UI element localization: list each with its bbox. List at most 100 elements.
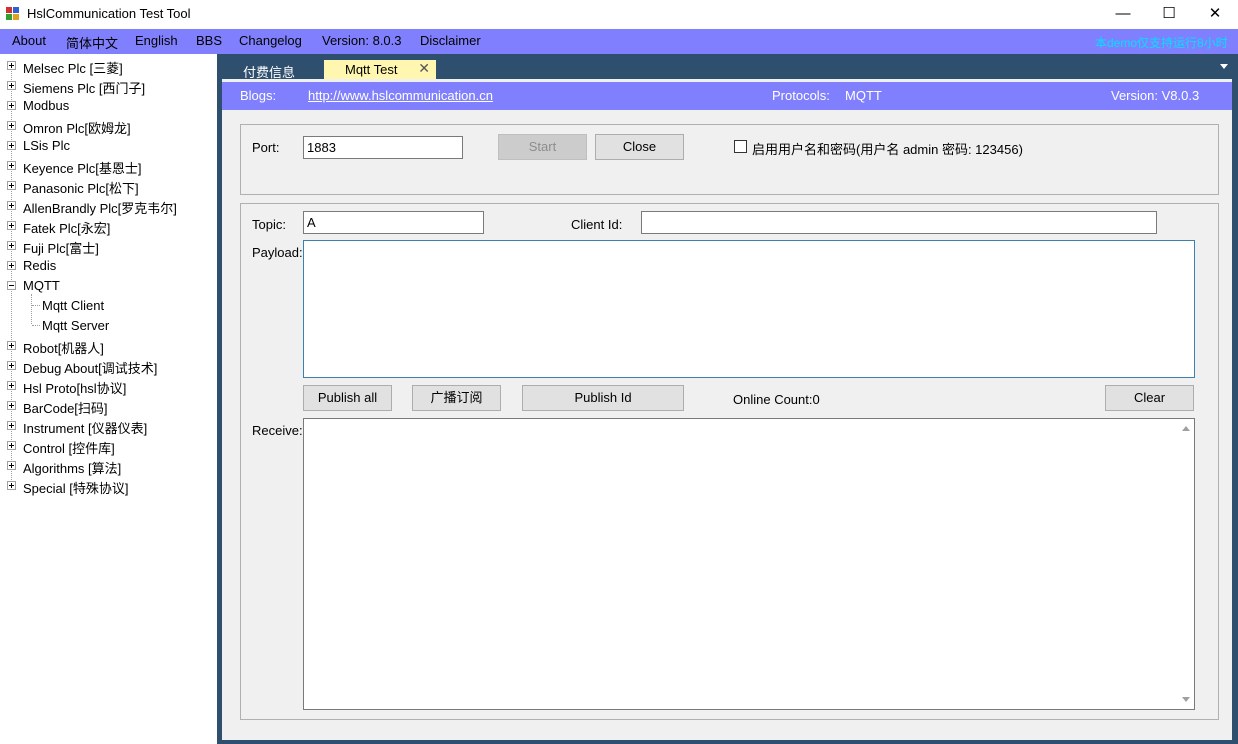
tree-node-lsis[interactable]: LSis Plc [0, 135, 217, 155]
port-input[interactable]: 1883 [303, 136, 463, 159]
version-label: Version: V8.0.3 [1111, 88, 1200, 103]
payload-label: Payload: [252, 245, 303, 260]
expand-icon[interactable] [7, 101, 16, 110]
expand-icon[interactable] [7, 381, 16, 390]
protocol-tree[interactable]: Melsec Plc [三菱] Siemens Plc [西门子] Modbus… [0, 54, 217, 744]
protocols-value: MQTT [845, 88, 882, 103]
online-count: Online Count:0 [733, 392, 820, 407]
tab-list-dropdown-icon[interactable] [1220, 64, 1228, 69]
collapse-icon[interactable] [7, 281, 16, 290]
expand-icon[interactable] [7, 81, 16, 90]
protocols-label: Protocols: [772, 88, 830, 103]
menu-changelog[interactable]: Changelog [239, 33, 302, 48]
expand-icon[interactable] [7, 121, 16, 130]
tree-node-label: MQTT [23, 278, 60, 293]
tree-node-label: Modbus [23, 98, 70, 113]
tree-node-debug[interactable]: Debug About[调试技术] [0, 355, 217, 376]
minimize-button[interactable]: — [1100, 0, 1146, 29]
tree-node-siemens[interactable]: Siemens Plc [西门子] [0, 75, 217, 96]
auth-checkbox-label: 启用用户名和密码(用户名 admin 密码: 123456) [752, 142, 1023, 157]
menu-english[interactable]: English [135, 33, 178, 48]
topic-input[interactable]: A [303, 211, 484, 234]
menu-simplified-chinese[interactable]: 简体中文 [66, 33, 118, 52]
document-area: 付费信息 Mqtt Test ✕ Blogs: http://www.hslco… [217, 54, 1238, 744]
tree-node-label: Redis [23, 258, 57, 273]
menu-about[interactable]: About [12, 33, 46, 48]
clear-button[interactable]: Clear [1105, 385, 1194, 411]
tree-node-redis[interactable]: Redis [0, 255, 217, 275]
expand-icon[interactable] [7, 61, 16, 70]
expand-icon[interactable] [7, 141, 16, 150]
receive-label: Receive: [252, 423, 303, 438]
tree-node-panasonic[interactable]: Panasonic Plc[松下] [0, 175, 217, 196]
close-tab-icon[interactable]: ✕ [418, 60, 430, 77]
menu-version[interactable]: Version: 8.0.3 [322, 33, 402, 48]
tree-node-keyence[interactable]: Keyence Plc[基恩士] [0, 155, 217, 176]
tree-connector [32, 305, 40, 306]
menu-bbs[interactable]: BBS [196, 33, 222, 48]
expand-icon[interactable] [7, 241, 16, 250]
topic-label: Topic: [252, 217, 286, 232]
expand-icon[interactable] [7, 421, 16, 430]
expand-icon[interactable] [7, 361, 16, 370]
publish-id-button[interactable]: Publish Id [522, 385, 684, 411]
tab-strip: 付费信息 Mqtt Test ✕ [217, 54, 1238, 80]
tab-mqtt-test[interactable]: Mqtt Test ✕ [324, 60, 436, 79]
auth-checkbox[interactable] [734, 140, 747, 153]
blogs-link[interactable]: http://www.hslcommunication.cn [308, 88, 493, 103]
app-icon [6, 7, 20, 21]
publish-group: Topic: A Client Id: Payload: Publish all… [240, 203, 1219, 720]
window-title: HslCommunication Test Tool [27, 6, 191, 21]
expand-icon[interactable] [7, 481, 16, 490]
tree-node-algorithms[interactable]: Algorithms [算法] [0, 455, 217, 476]
tree-node-allenbradly[interactable]: AllenBrandly Plc[罗克韦尔] [0, 195, 217, 216]
broadcast-subscribe-button[interactable]: 广播订阅 [412, 385, 501, 411]
title-bar: HslCommunication Test Tool — ☐ ✕ [0, 0, 1238, 29]
trial-notice: 本demo仅支持运行8小时 [1095, 36, 1228, 50]
tree-node-mqtt[interactable]: MQTT [0, 275, 217, 295]
expand-icon[interactable] [7, 221, 16, 230]
expand-icon[interactable] [7, 261, 16, 270]
start-button[interactable]: Start [498, 134, 587, 160]
tree-node-mqtt-client[interactable]: Mqtt Client [0, 295, 217, 315]
menu-bar: About 简体中文 English BBS Changelog Version… [0, 29, 1238, 54]
menu-disclaimer[interactable]: Disclaimer [420, 33, 481, 48]
expand-icon[interactable] [7, 181, 16, 190]
tree-connector [32, 325, 40, 326]
expand-icon[interactable] [7, 341, 16, 350]
tree-node-modbus[interactable]: Modbus [0, 95, 217, 115]
close-window-button[interactable]: ✕ [1192, 0, 1238, 29]
tab-paid-info[interactable]: 付费信息 [225, 60, 325, 80]
receive-textarea[interactable] [303, 418, 1195, 710]
expand-icon[interactable] [7, 441, 16, 450]
client-id-input[interactable] [641, 211, 1157, 234]
tree-node-label: LSis Plc [23, 138, 70, 153]
scroll-down-icon[interactable] [1182, 697, 1190, 702]
tree-node-barcode[interactable]: BarCode[扫码] [0, 395, 217, 416]
tree-node-label: Mqtt Client [42, 298, 105, 313]
publish-all-button[interactable]: Publish all [303, 385, 392, 411]
tab-label: 付费信息 [243, 65, 296, 80]
payload-textarea[interactable] [303, 240, 1195, 378]
tree-node-fuji[interactable]: Fuji Plc[富士] [0, 235, 217, 256]
expand-icon[interactable] [7, 201, 16, 210]
tree-node-label: Mqtt Server [42, 318, 110, 333]
expand-icon[interactable] [7, 461, 16, 470]
blogs-label: Blogs: [240, 88, 277, 103]
tree-node-instrument[interactable]: Instrument [仪器仪表] [0, 415, 217, 436]
tree-node-mqtt-server[interactable]: Mqtt Server [0, 315, 217, 335]
tree-node-control[interactable]: Control [控件库] [0, 435, 217, 456]
expand-icon[interactable] [7, 161, 16, 170]
scroll-up-icon[interactable] [1182, 426, 1190, 431]
expand-icon[interactable] [7, 401, 16, 410]
tree-node-special[interactable]: Special [特殊协议] [0, 475, 217, 496]
tree-node-fatek[interactable]: Fatek Plc[永宏] [0, 215, 217, 236]
close-server-button[interactable]: Close [595, 134, 684, 160]
mqtt-test-page: Blogs: http://www.hslcommunication.cn Pr… [222, 79, 1232, 740]
maximize-button[interactable]: ☐ [1146, 0, 1192, 29]
tree-node-robot[interactable]: Robot[机器人] [0, 335, 217, 356]
tree-node-melsec[interactable]: Melsec Plc [三菱] [0, 55, 217, 76]
tree-node-hsl-proto[interactable]: Hsl Proto[hsl协议] [0, 375, 217, 396]
tab-label: Mqtt Test [345, 62, 398, 77]
tree-node-omron[interactable]: Omron Plc[欧姆龙] [0, 115, 217, 136]
